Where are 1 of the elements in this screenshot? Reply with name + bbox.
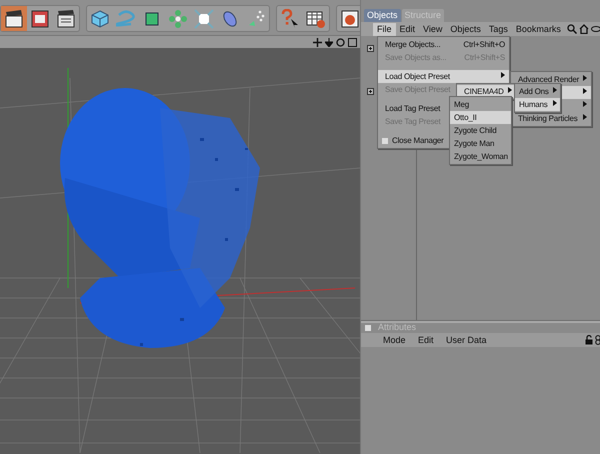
shortcut-text: Ctrl+Shift+O bbox=[462, 38, 505, 50]
